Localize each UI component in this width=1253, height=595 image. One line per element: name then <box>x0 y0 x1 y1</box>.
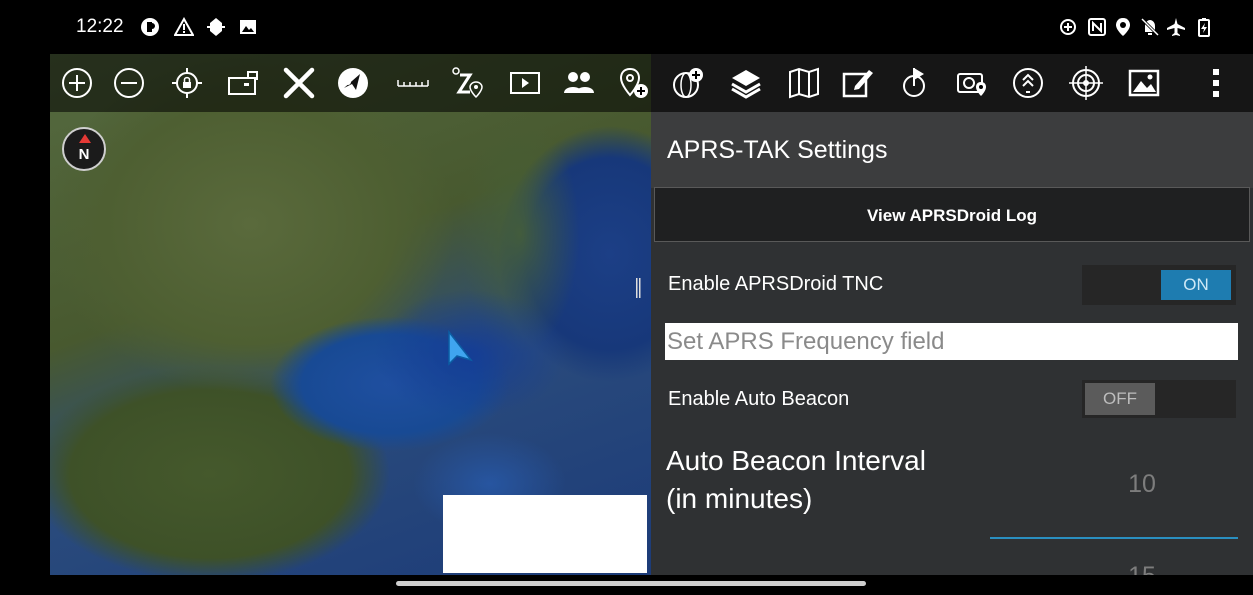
compass-button[interactable]: N <box>62 127 106 171</box>
airplane-icon <box>1166 17 1186 37</box>
enable-tnc-toggle[interactable]: ON <box>1082 265 1236 305</box>
compass-label: N <box>78 146 90 163</box>
interval-label: Auto Beacon Interval (in minutes) <box>666 442 926 518</box>
bug-icon <box>206 17 226 37</box>
self-location-cursor-icon <box>447 329 475 370</box>
zoom-out-icon[interactable] <box>112 66 146 100</box>
route-icon[interactable] <box>897 66 931 100</box>
map-icon[interactable] <box>787 66 821 100</box>
gesture-handle[interactable] <box>396 581 866 586</box>
panel-title: APRS-TAK Settings <box>651 112 1253 188</box>
data-saver-icon <box>1058 17 1078 37</box>
zoom-pin-icon[interactable] <box>450 66 484 100</box>
edit-icon[interactable] <box>841 66 875 100</box>
interval-label-line2: (in minutes) <box>666 483 813 514</box>
interval-picker-value[interactable]: 10 <box>1088 470 1196 499</box>
panel-resize-handle-icon[interactable] <box>636 278 641 298</box>
image-icon <box>238 17 258 37</box>
image-icon[interactable] <box>1127 66 1161 100</box>
toggle-state-on: ON <box>1161 270 1231 300</box>
navigation-bar <box>0 575 1253 595</box>
target-icon[interactable] <box>1069 66 1103 100</box>
interval-label-line1: Auto Beacon Interval <box>666 445 926 476</box>
nfc-icon <box>1087 17 1107 37</box>
layers-icon[interactable] <box>729 66 763 100</box>
frequency-field[interactable] <box>665 323 1238 360</box>
battery-charging-icon <box>1194 17 1214 37</box>
screen-edge <box>0 54 50 575</box>
enable-tnc-label: Enable APRSDroid TNC <box>668 273 884 295</box>
zoom-in-icon[interactable] <box>60 66 94 100</box>
ruler-icon[interactable] <box>396 66 430 100</box>
interval-picker-next[interactable]: 15 <box>1088 562 1196 575</box>
map-toolbar <box>50 54 1253 112</box>
map-overlay-box <box>443 495 647 573</box>
play-icon[interactable] <box>508 66 542 100</box>
map-toolbar-right <box>651 54 1253 112</box>
view-log-button[interactable]: View APRSDroid Log <box>654 187 1250 242</box>
lock-location-icon[interactable] <box>170 66 204 100</box>
picker-divider <box>990 537 1238 539</box>
add-globe-icon[interactable] <box>671 66 705 100</box>
warning-icon <box>173 16 195 37</box>
location-icon <box>1113 17 1133 37</box>
nav-tool-icon[interactable] <box>336 66 370 100</box>
status-time: 12:22 <box>76 16 124 37</box>
map-toolbar-left <box>50 54 651 112</box>
vpn-key-icon <box>140 17 160 37</box>
do-not-disturb-icon <box>1140 17 1160 37</box>
toggle-state-off: OFF <box>1085 383 1155 415</box>
auto-beacon-label: Enable Auto Beacon <box>668 388 850 410</box>
close-x-icon[interactable] <box>282 66 316 100</box>
compass-north-arrow-icon <box>79 134 91 143</box>
layout-icon[interactable] <box>226 66 260 100</box>
aprs-settings-panel: APRS-TAK Settings View APRSDroid Log Ena… <box>651 112 1253 575</box>
overflow-menu-icon[interactable] <box>1199 66 1233 100</box>
auto-beacon-toggle[interactable]: OFF <box>1082 380 1236 418</box>
beacon-icon[interactable] <box>1011 66 1045 100</box>
camera-pin-icon[interactable] <box>955 66 989 100</box>
status-bar: 12:22 <box>0 0 1253 54</box>
group-icon[interactable] <box>562 66 596 100</box>
add-marker-icon[interactable] <box>616 66 650 100</box>
